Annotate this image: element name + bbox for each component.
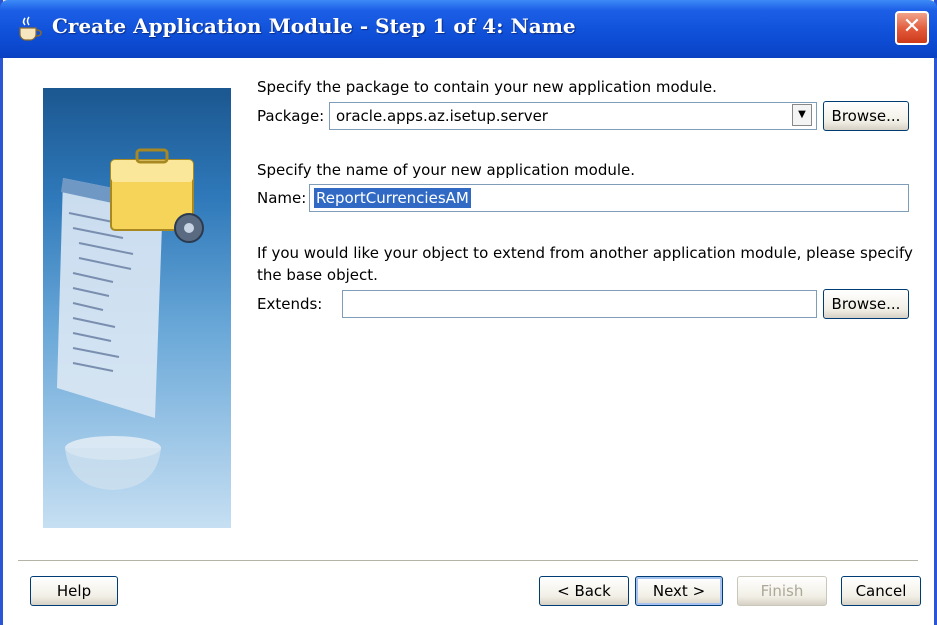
close-button[interactable]: ✕ <box>895 11 929 45</box>
help-button[interactable]: Help <box>30 576 118 606</box>
dialog-content: Specify the package to contain your new … <box>3 58 934 625</box>
name-instruction: Specify the name of your new application… <box>257 161 636 179</box>
chevron-down-icon[interactable]: ▼ <box>792 104 812 126</box>
next-button[interactable]: Next > <box>635 576 723 606</box>
wizard-illustration <box>43 88 231 528</box>
name-value: ReportCurrenciesAM <box>314 188 471 208</box>
extends-browse-button[interactable]: Browse... <box>823 289 909 319</box>
package-label: Package: <box>257 107 325 125</box>
extends-instruction-line2: the base object. <box>257 266 378 284</box>
package-browse-button[interactable]: Browse... <box>823 101 909 131</box>
extends-input[interactable] <box>342 290 817 318</box>
package-value: oracle.apps.az.isetup.server <box>336 107 548 125</box>
back-button[interactable]: < Back <box>539 576 629 606</box>
finish-button: Finish <box>737 576 827 606</box>
coffee-cup-icon <box>14 14 44 44</box>
extends-label: Extends: <box>257 295 323 313</box>
title-bar[interactable]: Create Application Module - Step 1 of 4:… <box>0 0 937 58</box>
name-label: Name: <box>257 189 307 207</box>
cancel-button[interactable]: Cancel <box>841 576 921 606</box>
close-icon: ✕ <box>902 14 922 39</box>
extends-instruction-line1: If you would like your object to extend … <box>257 244 913 262</box>
package-instruction: Specify the package to contain your new … <box>257 78 717 96</box>
window-title: Create Application Module - Step 1 of 4:… <box>52 14 576 38</box>
package-combobox[interactable]: oracle.apps.az.isetup.server <box>329 102 817 130</box>
dialog-window: Create Application Module - Step 1 of 4:… <box>0 0 937 625</box>
name-input[interactable]: ReportCurrenciesAM <box>309 184 909 212</box>
footer-separator <box>18 560 918 562</box>
